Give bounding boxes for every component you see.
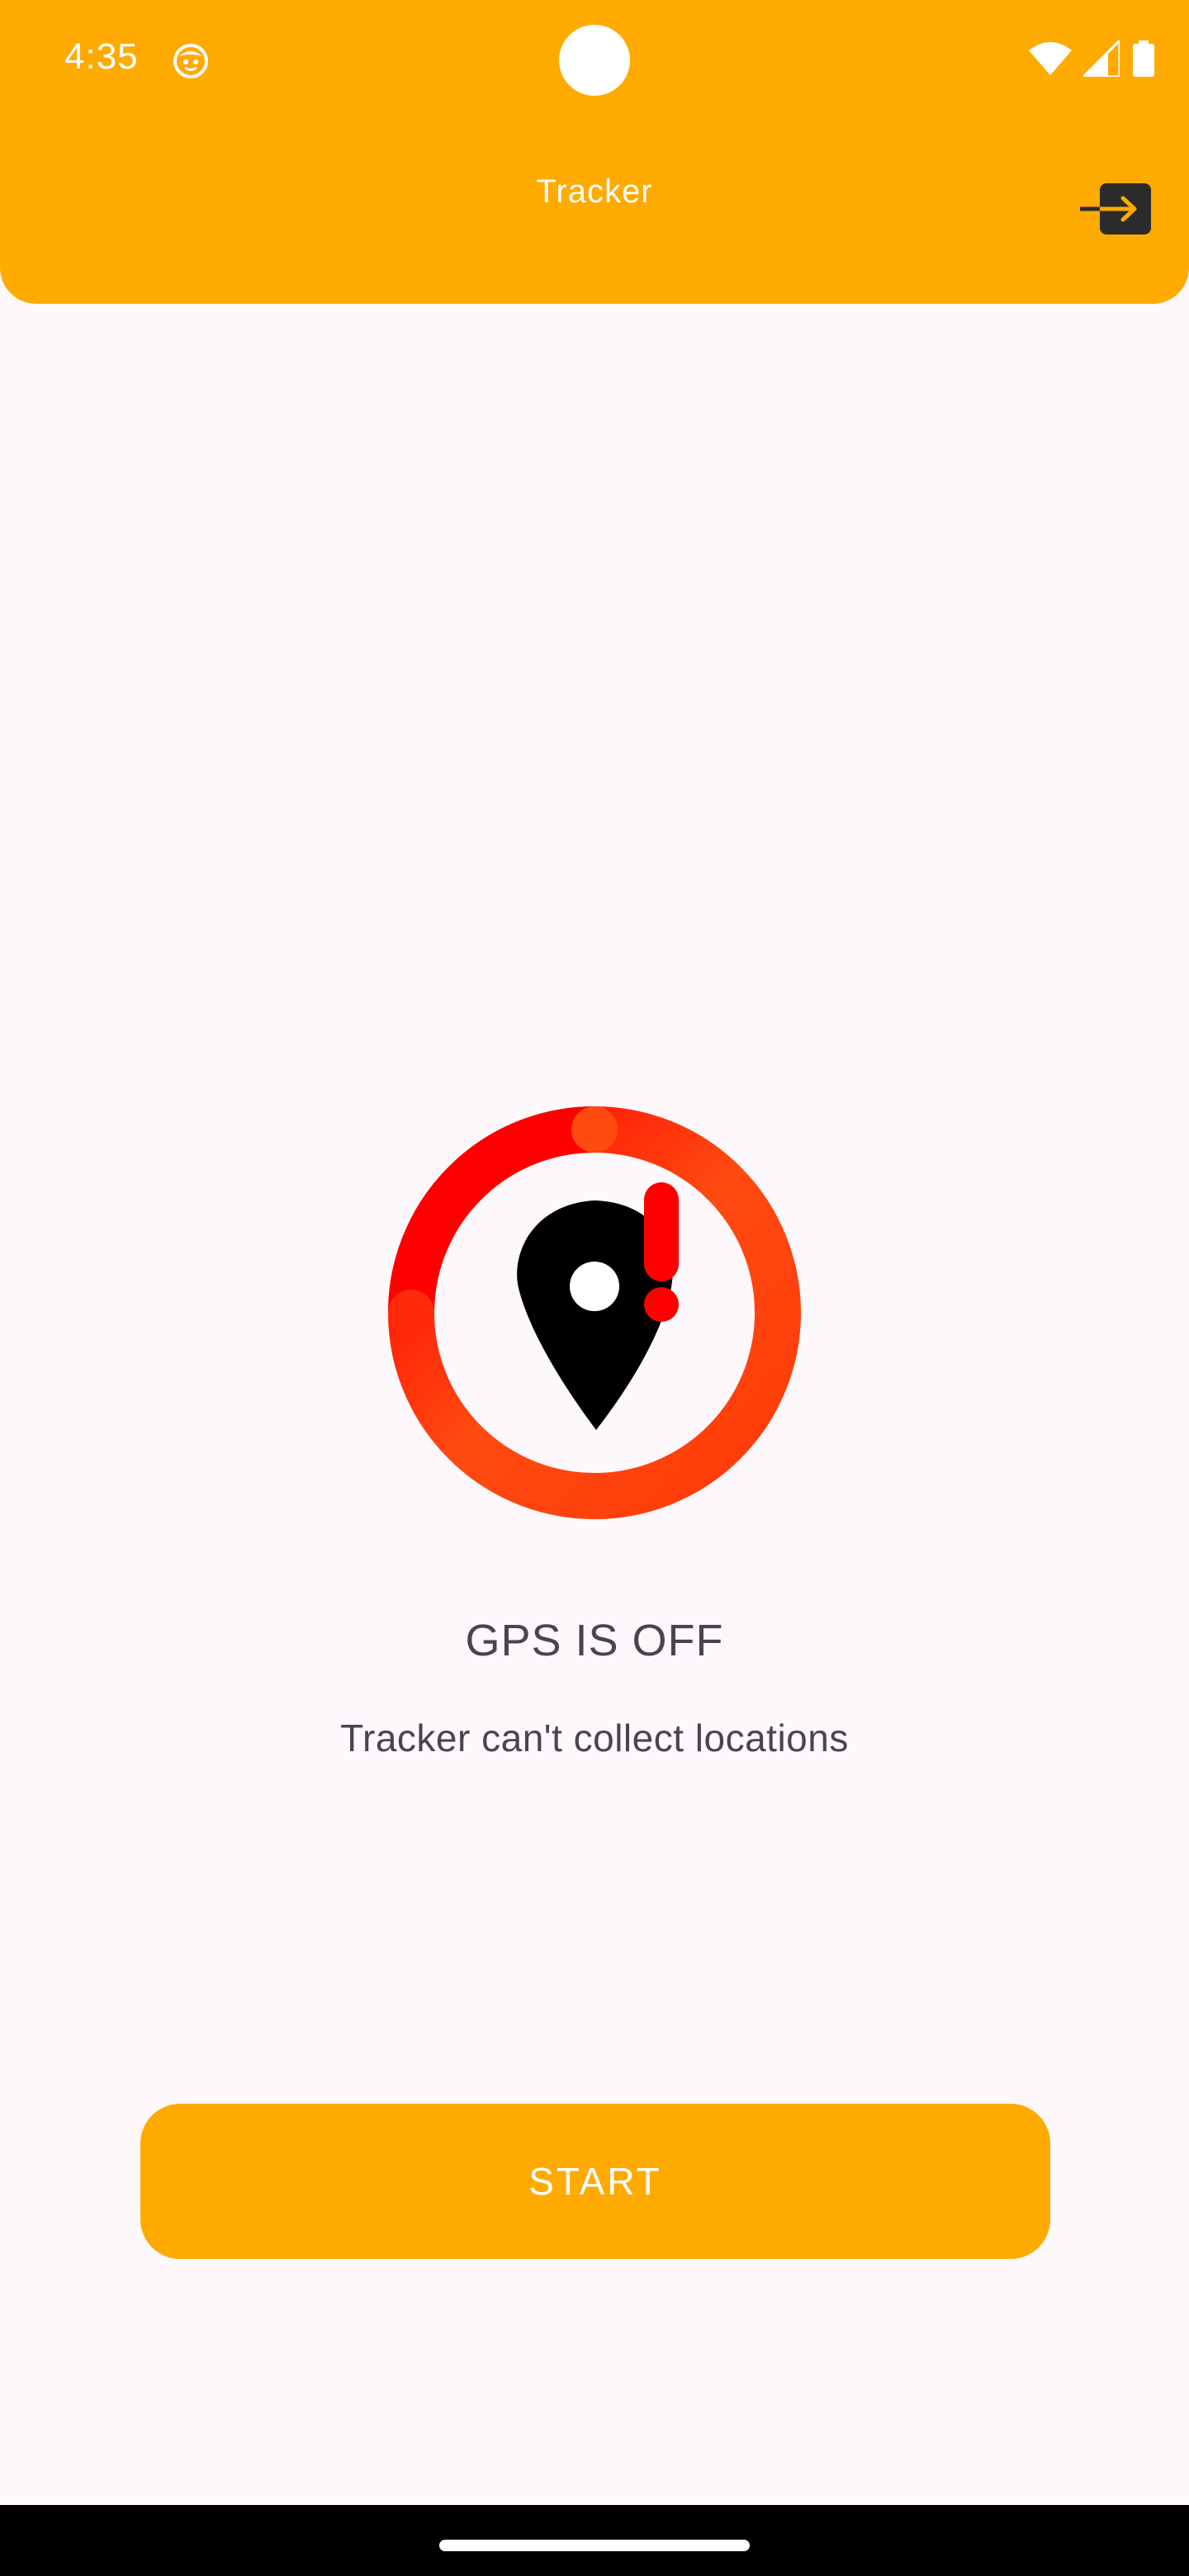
location-pin-alert-icon (388, 1106, 801, 1519)
map-pin-hole (570, 1262, 619, 1311)
alert-mark-bar (644, 1182, 679, 1281)
app-title: Tracker (536, 173, 653, 210)
status-icons (1029, 38, 1156, 79)
alert-mark-dot (644, 1287, 679, 1322)
logout-icon[interactable] (1080, 183, 1151, 238)
gps-status-subtitle: Tracker can't collect locations (340, 1717, 849, 1759)
start-button[interactable]: START (140, 2104, 1050, 2259)
notification-app-icon (173, 44, 208, 78)
progress-ring-cap-top (571, 1106, 618, 1153)
top-app-bar: 4:35 Tracker (0, 0, 1189, 304)
gps-status-title: GPS IS OFF (465, 1616, 724, 1665)
home-gesture-handle[interactable] (439, 2540, 750, 2551)
status-bar: 4:35 (0, 0, 1189, 124)
app-screen: 4:35 Tracker GPS IS OFF Tracker can't co… (0, 0, 1189, 2505)
system-navigation-bar (0, 2505, 1189, 2576)
progress-ring-cap-left (388, 1290, 434, 1336)
cellular-signal-icon (1083, 40, 1120, 77)
camera-cutout (559, 25, 630, 96)
wifi-icon (1029, 42, 1072, 75)
status-time: 4:35 (64, 36, 139, 77)
battery-icon (1133, 40, 1154, 77)
